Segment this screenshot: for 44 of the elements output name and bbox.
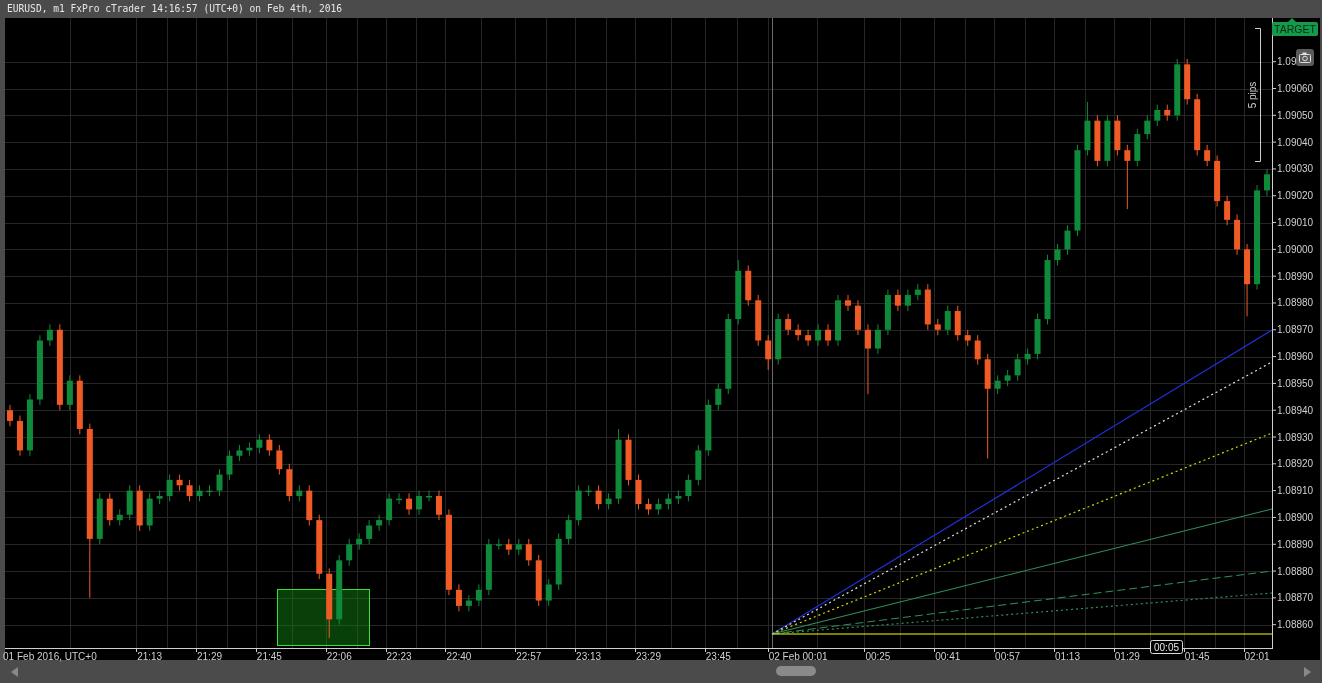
time-label: 22:57 [516, 651, 542, 663]
time-label: 00:57 [995, 651, 1021, 663]
price-label: 1.08960 [1277, 351, 1314, 363]
price-label: 1.08900 [1277, 511, 1314, 523]
time-label: 21:29 [197, 651, 223, 663]
time-label: 22:40 [446, 651, 472, 663]
price-label: 1.09060 [1277, 83, 1314, 94]
price-label: 1.09050 [1277, 109, 1314, 121]
time-label: 00:25 [865, 651, 891, 663]
time-label: 01 Feb 2016, UTC+0 [3, 651, 97, 663]
price-label: 1.09 [1277, 56, 1297, 68]
time-label: 01:45 [1184, 651, 1210, 663]
price-label: 1.08980 [1277, 297, 1314, 309]
price-label: 1.08950 [1277, 377, 1314, 389]
time-label: 02 Feb 00:01 [768, 651, 828, 663]
price-label: 1.08940 [1277, 404, 1314, 416]
price-label: 1.08880 [1277, 565, 1314, 577]
price-label: 1.08910 [1277, 485, 1314, 497]
price-label: 1.08860 [1277, 619, 1314, 631]
time-label: 01:13 [1054, 651, 1080, 663]
price-label: 1.09040 [1277, 136, 1314, 148]
time-label: 02:01 [1244, 651, 1270, 663]
price-label: 1.08990 [1277, 270, 1314, 282]
price-label: 1.08930 [1277, 431, 1314, 443]
time-label: 21:13 [137, 651, 163, 663]
price-label: 1.08970 [1277, 324, 1314, 336]
time-label: 23:29 [635, 651, 661, 663]
time-label: 00:41 [935, 651, 961, 663]
price-label: 1.09030 [1277, 163, 1314, 175]
price-label: 1.09020 [1277, 190, 1314, 202]
time-label: 22:06 [326, 651, 352, 663]
time-label: 01:29 [1114, 651, 1140, 663]
price-label: 1.09000 [1277, 243, 1314, 255]
time-label: 23:45 [705, 651, 731, 663]
price-label: 1.08870 [1277, 592, 1314, 604]
price-label: 1.09010 [1277, 217, 1314, 229]
price-label: 1.08890 [1277, 538, 1314, 550]
time-label: 21:45 [256, 651, 282, 663]
countdown-badge: 00:05 [1150, 640, 1183, 654]
price-label: 1.08920 [1277, 458, 1314, 470]
pip-distance-label: 5 pips [1247, 81, 1258, 109]
time-label: 23:13 [576, 651, 602, 663]
window-title: EURUSD, m1 FxPro cTrader 14:16:57 (UTC+0) on Feb 4th, 2016 [6, 2, 343, 16]
time-label: 22:23 [386, 651, 412, 663]
